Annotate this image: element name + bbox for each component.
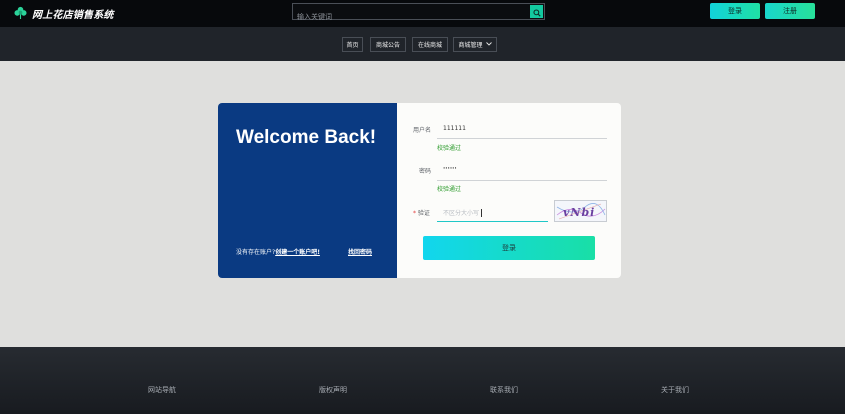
captcha-label-wrap: * 验证	[413, 208, 430, 217]
captcha-placeholder: 不区分大小写	[443, 210, 480, 217]
search-input[interactable]	[293, 9, 527, 25]
required-mark: *	[413, 210, 416, 217]
nav-item-home[interactable]: 首页	[342, 37, 363, 52]
login-submit-button[interactable]: 登录	[423, 236, 595, 260]
login-card: Welcome Back! 没有存在账户?创建一个账户吧! 找回密码 用户名 1…	[218, 103, 621, 278]
username-underline	[437, 138, 607, 139]
text-cursor	[481, 209, 482, 217]
flower-icon	[14, 4, 27, 23]
welcome-heading: Welcome Back!	[236, 127, 377, 148]
site-title: 网上花店销售系统	[32, 10, 114, 21]
nav-item-label: 在线商城	[417, 42, 442, 49]
password-label: 密码	[419, 168, 432, 175]
username-field[interactable]: 111111	[443, 125, 466, 132]
nav-item-label: 商城公告	[375, 42, 400, 49]
header-login-button[interactable]: 登录	[710, 3, 760, 19]
top-bar: 网上花店销售系统 登录 注册	[0, 0, 845, 27]
forgot-password-link[interactable]: 找回密码	[348, 247, 372, 256]
search-box	[292, 3, 545, 25]
captcha-image[interactable]: vNbi	[554, 200, 607, 222]
nav-item-shop-admin[interactable]: 商城管理	[453, 37, 497, 52]
no-account-label: 没有存在账户?	[236, 249, 276, 256]
chevron-down-icon	[485, 41, 492, 48]
captcha-label: 验证	[417, 210, 430, 217]
footer-link-about[interactable]: 关于我们	[661, 385, 689, 395]
site-logo[interactable]: 网上花店销售系统	[14, 4, 114, 23]
footer: 网站导航 版权声明 联系我们 关于我们	[0, 347, 845, 414]
nav-item-shop[interactable]: 在线商城	[412, 37, 448, 52]
password-field[interactable]: ······	[443, 165, 457, 172]
main-nav: 首页 商城公告 在线商城 商城管理	[0, 27, 845, 61]
username-label: 用户名	[413, 127, 432, 134]
footer-link-site-nav[interactable]: 网站导航	[148, 385, 176, 395]
header-register-button[interactable]: 注册	[765, 3, 815, 19]
password-valid-text: 校验通过	[437, 186, 462, 193]
nav-item-label: 商城管理	[458, 42, 483, 49]
footer-link-copyright[interactable]: 版权声明	[319, 385, 347, 395]
password-underline	[437, 180, 607, 181]
search-icon	[532, 2, 541, 21]
welcome-panel: Welcome Back! 没有存在账户?创建一个账户吧! 找回密码	[218, 103, 397, 278]
username-valid-text: 校验通过	[437, 145, 462, 152]
footer-link-contact[interactable]: 联系我们	[490, 385, 518, 395]
search-button[interactable]	[530, 5, 543, 18]
no-account-text: 没有存在账户?创建一个账户吧!	[236, 247, 320, 256]
captcha-text: vNbi	[563, 206, 595, 219]
nav-item-announcements[interactable]: 商城公告	[370, 37, 406, 52]
nav-item-label: 首页	[346, 42, 359, 49]
create-account-link[interactable]: 创建一个账户吧!	[275, 249, 320, 256]
